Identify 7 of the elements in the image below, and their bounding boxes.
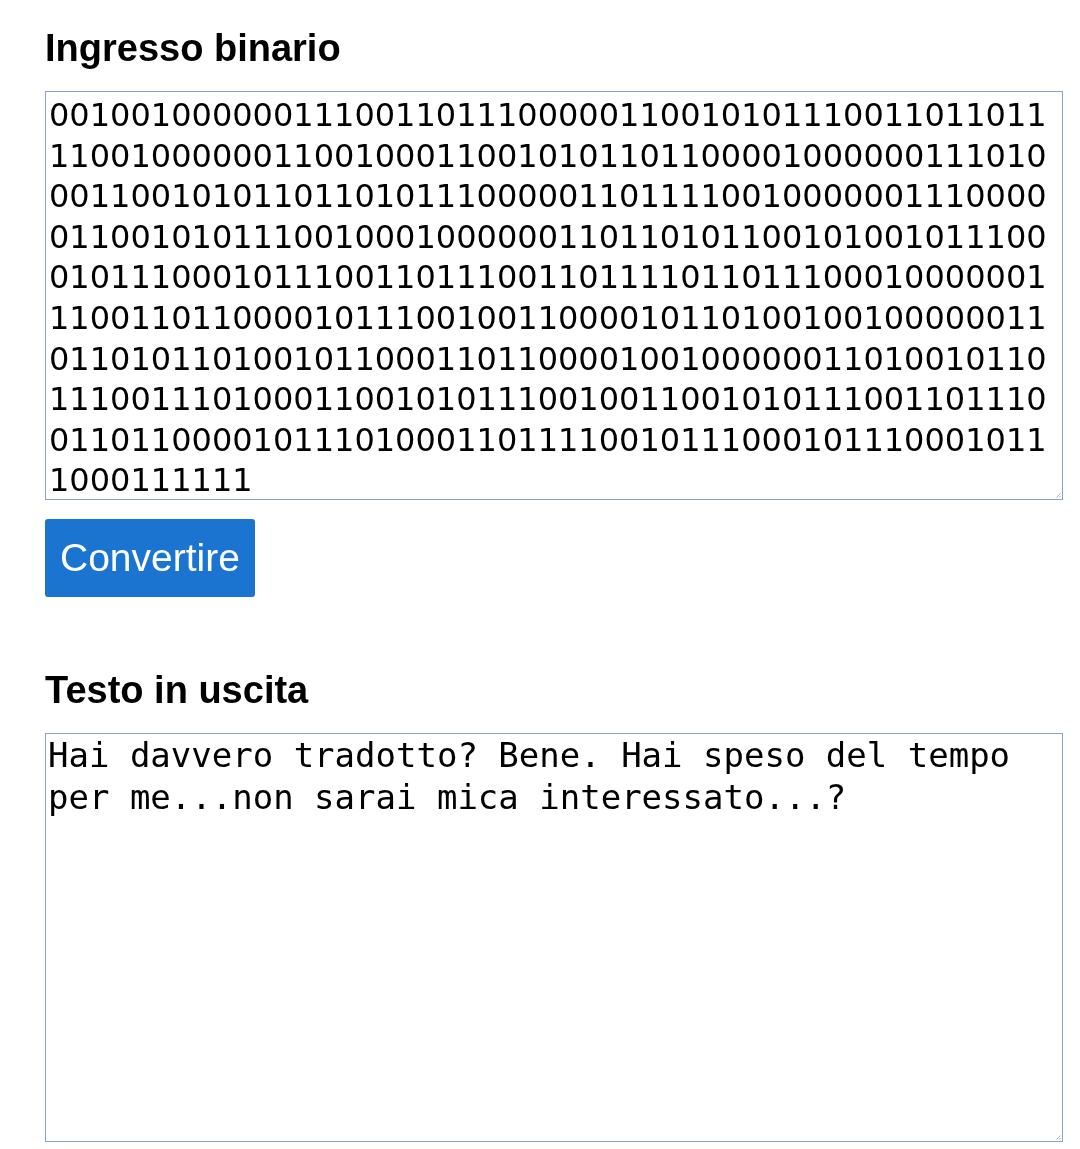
section-heading: Testo in uscita [45, 668, 309, 712]
convert-button[interactable]: Convertire [45, 519, 255, 597]
resize-grip-icon[interactable] [1055, 1134, 1061, 1140]
binary-input-field[interactable]: 0010010000001110011011100000110010101110011011011 1100100000011001000110010101101100001000000111010 0011001010110110101110000011011110010000001110000 0110010101110010001000000110110101100101001011100 0101110001011100110111001101111011011100010000001 1100110110000101110010011000010110100100100000011 0110101101001011000110110000100100000011010010110 1110011101000110010101110010011001010111001101110 0110110000101110100011011110010111000101110001011 1000111111 [45, 91, 1063, 500]
resize-grip-icon[interactable] [1055, 492, 1061, 498]
section-heading: Ingresso binario [45, 26, 341, 70]
text-output-field[interactable]: Hai davvero tradotto? Bene. Hai speso del tempo per me...non sarai mica interessato...? [45, 733, 1063, 1142]
